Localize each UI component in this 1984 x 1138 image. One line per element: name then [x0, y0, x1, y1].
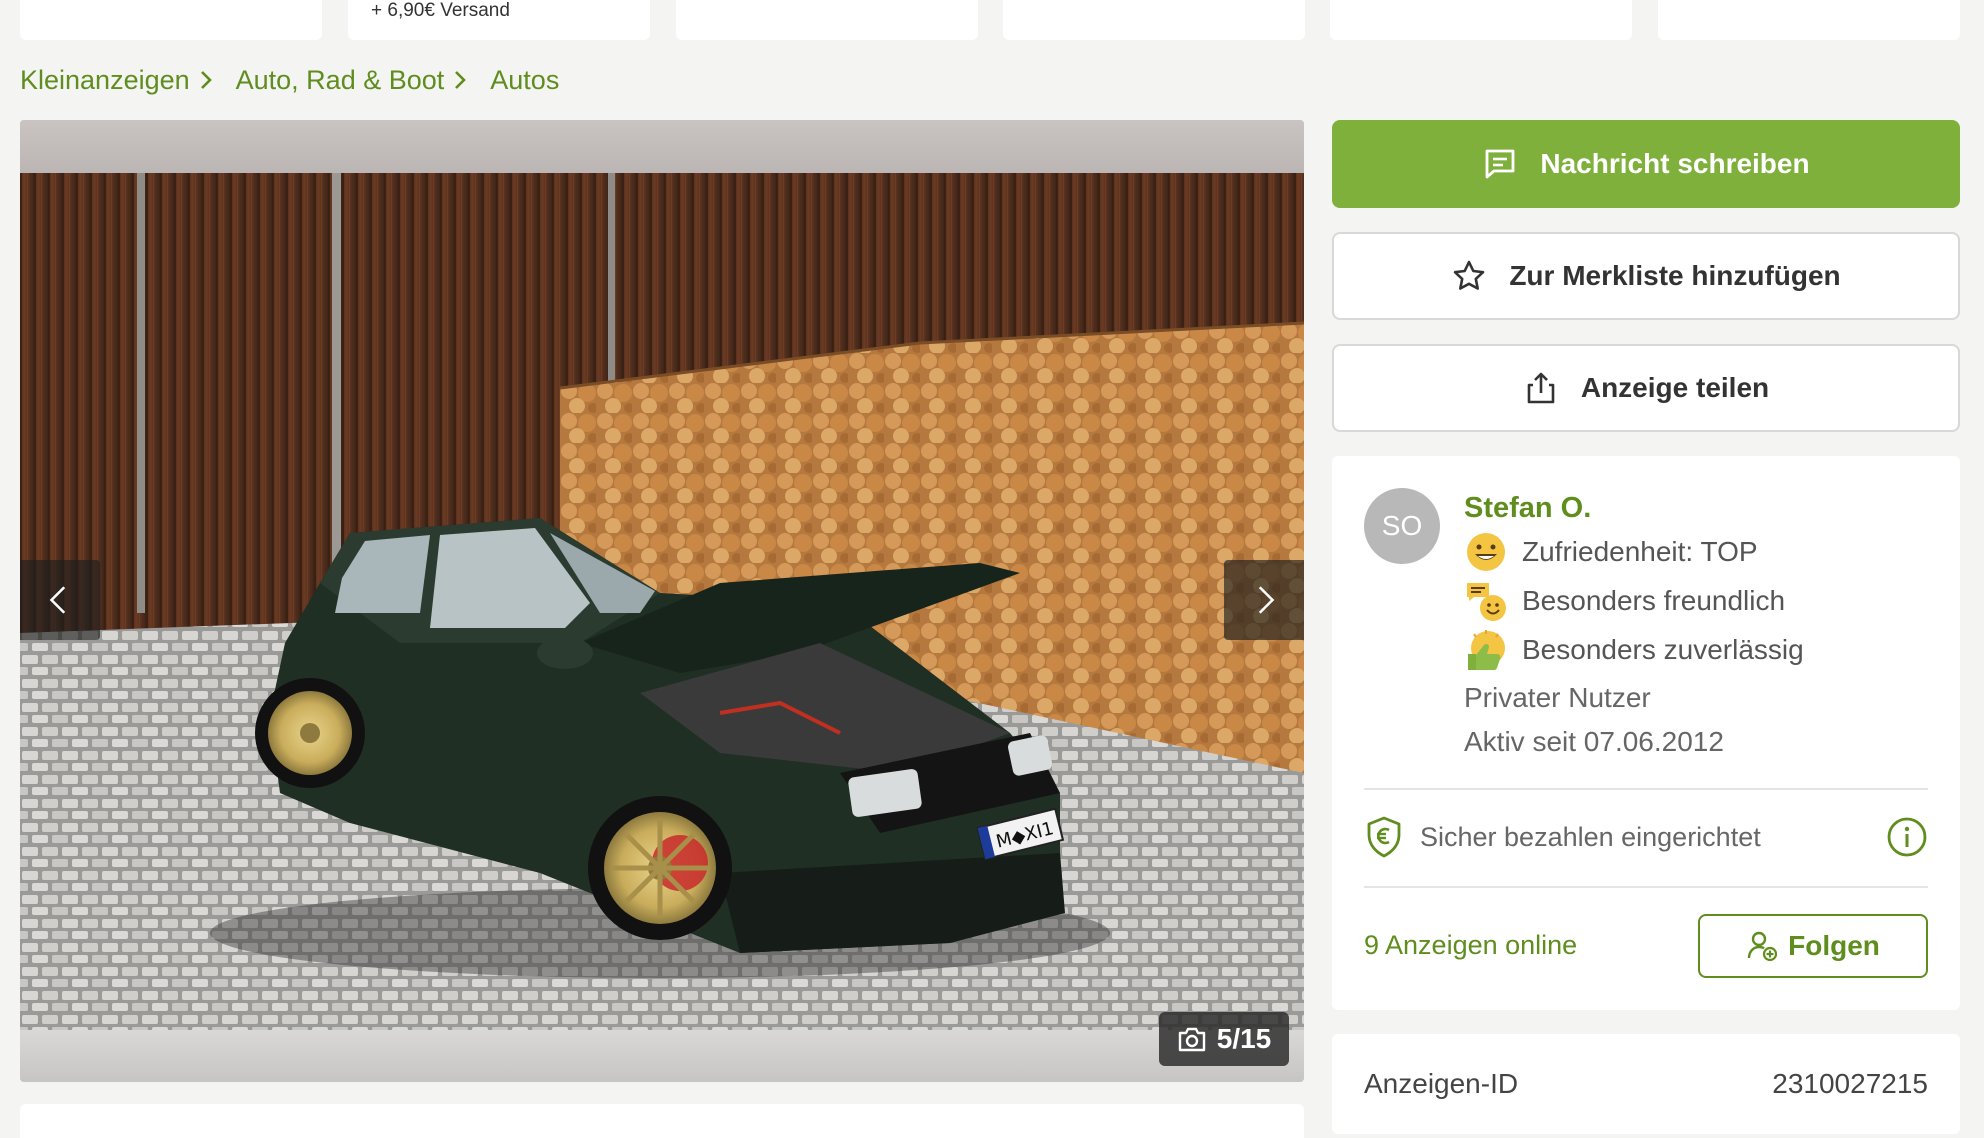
divider [1364, 788, 1928, 790]
seller-name[interactable]: Stefan O. [1464, 492, 1591, 525]
secure-payment-row: Sicher bezahlen eingerichtet [1364, 812, 1928, 862]
follow-label: Folgen [1788, 930, 1880, 961]
badge-satisfaction: Zufriedenheit: TOP [1464, 530, 1758, 574]
shipping-cost: + 6,90€ Versand [371, 0, 510, 21]
share-icon [1527, 372, 1555, 404]
gallery-counter[interactable]: 5/15 [1159, 1012, 1289, 1066]
gallery-counter-text: 5/15 [1216, 1023, 1272, 1054]
listing-photo[interactable]: M◆XI1 [20, 173, 1304, 1030]
secure-payment-label: Sicher bezahlen eingerichtet [1420, 821, 1761, 852]
add-to-watchlist-button[interactable]: Zur Merkliste hinzufügen [1332, 232, 1960, 320]
add-to-watchlist-label: Zur Merkliste hinzufügen [1509, 260, 1841, 291]
camera-icon [1178, 1027, 1205, 1052]
message-icon [1485, 149, 1515, 179]
related-ad-card[interactable] [20, 0, 322, 40]
write-message-label: Nachricht schreiben [1540, 148, 1810, 179]
description-card [20, 1104, 1304, 1138]
related-ad-card[interactable]: + 6,90€ Versand [348, 0, 650, 40]
chevron-right-icon [194, 68, 218, 92]
breadcrumb-item-kleinanzeigen[interactable]: Kleinanzeigen [20, 65, 190, 96]
breadcrumb: Kleinanzeigen Auto, Rad & Boot Autos [20, 60, 559, 100]
badge-friendly: Besonders freundlich [1464, 579, 1785, 623]
smiley-face-icon [1467, 533, 1505, 571]
badge-reliable-label: Besonders zuverlässig [1522, 634, 1804, 665]
chevron-right-icon [1258, 586, 1275, 614]
seller-ads-online-link[interactable]: 9 Anzeigen online [1364, 930, 1577, 961]
ad-id-value: 2310027215 [1772, 1068, 1928, 1099]
related-ad-card[interactable] [1330, 0, 1632, 40]
chevron-right-icon [448, 68, 472, 92]
seller-user-type: Privater Nutzer [1464, 682, 1651, 713]
image-gallery[interactable]: M◆XI1 5/15 [20, 120, 1304, 1082]
chevron-left-icon [49, 586, 66, 614]
badge-friendly-label: Besonders freundlich [1522, 585, 1786, 616]
ad-id-label: Anzeigen-ID [1364, 1068, 1519, 1099]
badge-reliable: Besonders zuverlässig [1464, 628, 1804, 672]
chat-bubbles-icon [1467, 583, 1506, 621]
related-ad-card[interactable] [1658, 0, 1960, 40]
info-icon[interactable] [1886, 816, 1928, 858]
gallery-backdrop [20, 120, 1304, 173]
badge-satisfaction-label: Zufriedenheit: TOP [1522, 536, 1758, 567]
gallery-backdrop [20, 1030, 1304, 1082]
related-ads-strip: + 6,90€ Versand [0, 0, 1984, 40]
share-ad-label: Anzeige teilen [1580, 372, 1770, 403]
share-ad-button[interactable]: Anzeige teilen [1332, 344, 1960, 432]
breadcrumb-item-auto-rad-boot[interactable]: Auto, Rad & Boot [236, 65, 445, 96]
breadcrumb-item-autos[interactable]: Autos [490, 65, 559, 96]
avatar[interactable]: SO [1364, 488, 1440, 564]
shield-euro-icon [1367, 816, 1401, 858]
seller-card: SO Stefan O. Zufriedenheit: TOP Besonder… [1332, 456, 1960, 1010]
follow-button[interactable]: Folgen [1698, 914, 1928, 978]
related-ad-card[interactable] [1003, 0, 1305, 40]
related-ad-card[interactable] [676, 0, 978, 40]
gallery-next-button[interactable] [1224, 560, 1304, 640]
seller-active-since: Aktiv seit 07.06.2012 [1464, 726, 1724, 757]
star-icon [1454, 260, 1485, 290]
thumbs-up-icon [1468, 630, 1505, 670]
write-message-button[interactable]: Nachricht schreiben [1332, 120, 1960, 208]
ad-details-card: Anzeigen-ID 2310027215 [1332, 1034, 1960, 1134]
gallery-prev-button[interactable] [20, 560, 100, 640]
avatar-initials: SO [1381, 510, 1423, 541]
divider [1364, 886, 1928, 888]
add-user-icon [1747, 931, 1778, 962]
